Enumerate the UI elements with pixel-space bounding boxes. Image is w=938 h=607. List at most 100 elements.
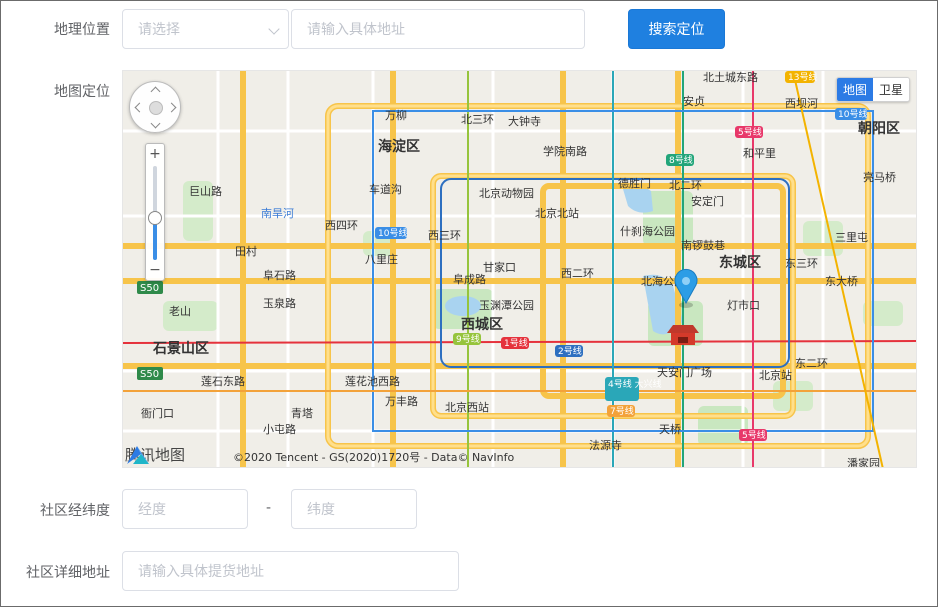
map-place-label: 天桥 bbox=[659, 423, 681, 436]
map-place-label: 南锣鼓巷 bbox=[681, 238, 725, 252]
map-place-label: 西坝河 bbox=[785, 96, 818, 110]
map-place-label: 西二环 bbox=[561, 267, 594, 280]
detail-address-input-placeholder: 请输入具体提货地址 bbox=[138, 564, 264, 580]
latitude-input[interactable]: 纬度 bbox=[291, 489, 417, 529]
map-place-label: 北二环 bbox=[669, 179, 702, 192]
pan-left-icon[interactable] bbox=[134, 102, 145, 113]
map-place-label: 老山 bbox=[169, 305, 191, 318]
pan-right-icon[interactable] bbox=[166, 102, 177, 113]
map-place-label: 西城区 bbox=[461, 316, 503, 333]
map-place-label: 石景山区 bbox=[152, 341, 209, 357]
detail-address-label: 社区详细地址 bbox=[26, 565, 110, 581]
map-place-label: 天安门广场 bbox=[657, 365, 712, 379]
metro-line-label: 10号线 bbox=[838, 108, 867, 120]
metro-line-label: 5号线 bbox=[738, 126, 762, 138]
map-place-label: 安定门 bbox=[691, 194, 724, 208]
map-place-label: 灯市口 bbox=[727, 298, 760, 312]
province-select[interactable]: 请选择 bbox=[122, 9, 289, 49]
address-input[interactable]: 请输入具体地址 bbox=[291, 9, 585, 49]
map-place-label: 南旱河 bbox=[261, 207, 294, 220]
map-place-label: 小屯路 bbox=[263, 423, 296, 436]
map-place-label: 北京动物园 bbox=[479, 186, 534, 200]
map-pan-control[interactable] bbox=[129, 81, 181, 133]
map-place-label: 田村 bbox=[235, 244, 257, 258]
map-place-label: 东大桥 bbox=[825, 274, 858, 288]
map-place-label: 北土城东路 bbox=[703, 71, 758, 84]
zoom-slider-handle[interactable] bbox=[148, 210, 162, 225]
metro-line-label: 2号线 bbox=[558, 345, 582, 357]
latitude-input-placeholder: 纬度 bbox=[307, 502, 335, 518]
metro-line-label: 7号线 bbox=[610, 405, 634, 417]
map-place-label: 八里庄 bbox=[365, 252, 398, 266]
map-place-label: 万丰路 bbox=[385, 395, 418, 408]
search-locate-button[interactable]: 搜索定位 bbox=[628, 9, 725, 49]
map-place-label: 巨山路 bbox=[189, 185, 222, 198]
map-place-label: 大钟寺 bbox=[508, 114, 541, 128]
map-place-label: 和平里 bbox=[743, 147, 776, 160]
map-place-label: 东二环 bbox=[795, 357, 828, 370]
map-place-label: 阜成路 bbox=[453, 273, 486, 286]
map-place-label: 北京站 bbox=[759, 368, 792, 382]
tencent-map-logo-icon bbox=[127, 446, 149, 464]
map-place-label: 德胜门 bbox=[618, 176, 651, 190]
map-place-label: 北京北站 bbox=[535, 206, 579, 220]
map-place-label: 三里屯 bbox=[835, 231, 868, 244]
chevron-down-icon bbox=[268, 23, 280, 35]
map-place-label: 什刹海公园 bbox=[620, 224, 675, 238]
map-place-label: 安贞 bbox=[683, 94, 705, 108]
map-place-label: 朝阳区 bbox=[858, 120, 900, 137]
metro-line-label: 10号线 bbox=[378, 227, 407, 239]
highway-shield: S50 bbox=[140, 369, 159, 380]
map-place-label: 万柳 bbox=[385, 108, 407, 122]
metro-line-label: 1号线 bbox=[504, 337, 528, 349]
pan-center bbox=[149, 101, 163, 115]
map-copyright: ©2020 Tencent - GS(2020)1720号 - Data© Na… bbox=[233, 451, 515, 464]
map-label: 地图定位 bbox=[54, 84, 110, 100]
map-place-label: 东城区 bbox=[719, 254, 761, 271]
pan-down-icon[interactable] bbox=[150, 118, 161, 129]
map-place-label: 学院南路 bbox=[543, 144, 587, 158]
tencent-map-logo: 腾讯地图 bbox=[125, 444, 185, 465]
pan-up-icon[interactable] bbox=[150, 86, 161, 97]
map-view[interactable]: 北土城东路 西坝河 朝阳区 万柳 北三环 大钟寺 安贞 海淀区 学院南路 和平里… bbox=[122, 70, 917, 468]
map-place-label: 莲石东路 bbox=[201, 375, 245, 388]
latlng-separator: - bbox=[266, 500, 272, 516]
zoom-in-button[interactable]: + bbox=[146, 146, 164, 162]
location-label: 地理位置 bbox=[54, 22, 110, 38]
map-place-label: 潘家园 bbox=[847, 456, 880, 468]
map-place-label: 西四环 bbox=[325, 219, 358, 232]
map-place-label: 阜石路 bbox=[263, 269, 296, 282]
map-place-label: 玉泉路 bbox=[263, 296, 296, 310]
metro-line-label: 4号线 大兴线 bbox=[608, 378, 662, 390]
metro-line-label: 13号线 bbox=[788, 71, 817, 83]
detail-address-input[interactable]: 请输入具体提货地址 bbox=[122, 551, 459, 591]
map-place-label: 西三环 bbox=[428, 229, 461, 242]
zoom-out-button[interactable]: − bbox=[146, 262, 164, 278]
map-type-map-button[interactable]: 地图 bbox=[836, 78, 873, 101]
latlng-label: 社区经纬度 bbox=[40, 503, 110, 519]
map-place-label: 车道沟 bbox=[369, 182, 402, 196]
metro-line-label: 8号线 bbox=[669, 154, 693, 166]
map-place-label: 莲花池西路 bbox=[345, 375, 400, 388]
map-place-label: 亮马桥 bbox=[863, 170, 896, 184]
map-canvas: 北土城东路 西坝河 朝阳区 万柳 北三环 大钟寺 安贞 海淀区 学院南路 和平里… bbox=[123, 71, 916, 468]
metro-line-label: 5号线 bbox=[742, 429, 766, 441]
map-place-label: 玉渊潭公园 bbox=[479, 299, 534, 312]
map-type-satellite-button[interactable]: 卫星 bbox=[872, 78, 909, 101]
address-input-placeholder: 请输入具体地址 bbox=[307, 22, 405, 38]
map-place-label: 衙门口 bbox=[141, 406, 174, 420]
highway-shield: S50 bbox=[140, 283, 159, 294]
map-place-label: 北三环 bbox=[461, 113, 494, 126]
longitude-input[interactable]: 经度 bbox=[122, 489, 248, 529]
map-place-label: 北京西站 bbox=[445, 400, 489, 414]
map-place-label: 青塔 bbox=[291, 407, 313, 420]
longitude-input-placeholder: 经度 bbox=[138, 502, 166, 518]
metro-line-label: 9号线 bbox=[456, 333, 480, 345]
province-select-placeholder: 请选择 bbox=[138, 22, 180, 38]
map-place-label: 海淀区 bbox=[378, 138, 420, 155]
map-place-label: 东三环 bbox=[785, 257, 818, 270]
map-place-label: 法源寺 bbox=[589, 438, 622, 452]
tiananmen-icon bbox=[667, 325, 699, 345]
map-zoom-control: + − bbox=[145, 143, 165, 281]
map-type-toggle: 地图 卫星 bbox=[835, 77, 910, 102]
